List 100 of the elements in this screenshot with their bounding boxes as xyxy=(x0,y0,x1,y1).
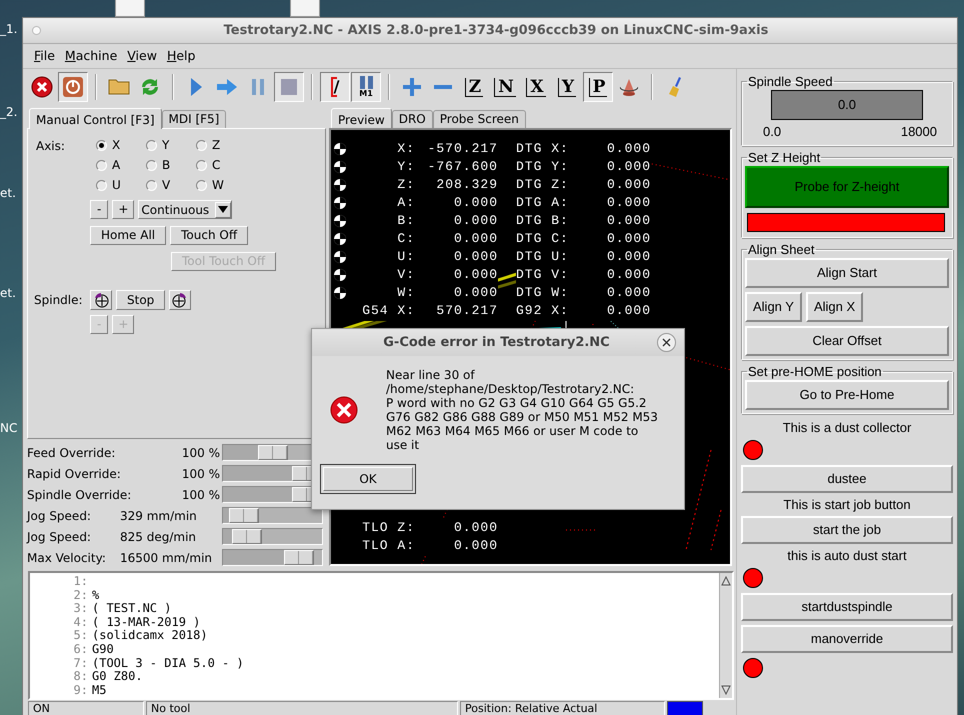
menu-item[interactable]: File xyxy=(29,46,60,66)
radio-label: Y xyxy=(162,137,170,154)
field-label: Jog Speed: xyxy=(27,528,92,546)
panel-button[interactable]: dustee xyxy=(741,464,953,492)
file-icon[interactable] xyxy=(115,0,145,17)
desktop-icon-label[interactable]: et. xyxy=(0,186,16,200)
plus-icon xyxy=(403,78,421,96)
panel-button[interactable]: manoverride xyxy=(741,624,953,652)
slider-thumb[interactable] xyxy=(232,529,262,544)
stop-button[interactable] xyxy=(274,72,304,102)
menu-item[interactable]: Help xyxy=(162,46,200,66)
group-title: Set Z Height xyxy=(747,150,822,164)
field-value: 16500 mm/min xyxy=(120,550,212,566)
jog-plus-button[interactable]: + xyxy=(112,200,134,219)
scrollbar[interactable] xyxy=(719,573,732,698)
radio-button[interactable] xyxy=(196,180,207,191)
bracket-icon xyxy=(330,77,338,97)
arrow-right-icon xyxy=(217,79,237,95)
optional-stop-button[interactable]: M1 xyxy=(351,72,381,102)
radio-button[interactable] xyxy=(96,180,107,191)
align-start-button[interactable]: Align Start xyxy=(745,258,949,288)
panel-button[interactable]: start the job xyxy=(741,516,953,544)
tab[interactable]: DRO xyxy=(392,110,433,128)
slider-thumb[interactable] xyxy=(229,508,259,523)
caption: this is auto dust start xyxy=(786,546,908,564)
line-number: 5: xyxy=(72,629,88,643)
touch-off-button[interactable]: Touch Off xyxy=(170,226,248,245)
menu-item[interactable]: Machine xyxy=(60,46,122,66)
field-value: 329 mm/min xyxy=(120,508,197,524)
line-number: 7: xyxy=(72,656,88,670)
radio-button[interactable] xyxy=(146,160,157,171)
align-y-button[interactable]: Align Y xyxy=(745,292,802,322)
code-line: M5 xyxy=(92,684,108,698)
block-delete-button[interactable]: / xyxy=(320,72,350,102)
close-button[interactable] xyxy=(657,333,676,352)
spindle-reverse-button[interactable] xyxy=(90,290,112,310)
view-button[interactable]: P xyxy=(583,72,613,102)
status-field: No tool xyxy=(146,701,458,715)
caption: This is start job button xyxy=(782,496,912,512)
code-editor[interactable]: 1: 2: % 3: ( TEST.NC ) 4: ( 13-MAR-2019 ) 5: (solidcamx 2018) 6: G90 7: (TOOL 3 - DIA 5.0 - ) 8: G0 Z80. 9: M5 xyxy=(28,571,734,700)
window-title: Testrotary2.NC - AXIS 2.8.0-pre1-3734-g096cccb39 on LinuxCNC-sim-9axis xyxy=(222,22,770,40)
radio-label: X xyxy=(112,137,120,154)
tab[interactable]: Manual Control [F3] xyxy=(29,108,162,129)
tab[interactable]: MDI [F5] xyxy=(162,110,226,128)
radio-button[interactable] xyxy=(96,140,107,151)
field-value: 100 % xyxy=(182,444,220,462)
field-label: Spindle Override: xyxy=(27,486,132,504)
desktop-icon-label[interactable]: _2. xyxy=(0,105,18,119)
clear-offset-button[interactable]: Clear Offset xyxy=(745,326,949,356)
radio-button[interactable] xyxy=(196,160,207,171)
field-value: 825 deg/min xyxy=(120,528,196,546)
slider-track[interactable] xyxy=(222,549,323,566)
square-icon xyxy=(281,79,297,95)
spindle-forward-button[interactable] xyxy=(169,290,192,310)
desktop-icon-label[interactable]: _1. xyxy=(0,22,18,36)
caption: This is a dust collector xyxy=(782,418,912,436)
panel-button[interactable]: startdustspindle xyxy=(741,592,953,620)
radio-label: U xyxy=(112,177,121,194)
tab[interactable]: Probe Screen xyxy=(432,110,526,128)
group-title: Spindle Speed xyxy=(747,74,834,89)
line-number: 4: xyxy=(72,616,88,630)
desktop-icon-label[interactable]: et. xyxy=(0,286,16,300)
pause-icon xyxy=(252,79,264,95)
slider-thumb[interactable] xyxy=(258,445,288,460)
field-label: Axis: xyxy=(36,138,66,155)
radio-button[interactable] xyxy=(146,180,157,191)
line-number: 8: xyxy=(72,670,88,684)
probe-button[interactable]: Probe for Z-height xyxy=(745,166,949,208)
jog-minus-button[interactable]: - xyxy=(90,200,108,219)
spindle-stop-button[interactable]: Stop xyxy=(116,290,166,310)
jog-mode-dropdown[interactable]: Continuous xyxy=(138,200,232,219)
indicator-light xyxy=(743,568,763,588)
pre-home-button[interactable]: Go to Pre-Home xyxy=(745,380,949,410)
tab[interactable]: Preview xyxy=(331,108,392,129)
ok-button[interactable]: OK xyxy=(323,467,413,491)
caret-icon xyxy=(218,206,228,214)
radio-label: V xyxy=(162,177,170,194)
error-icon xyxy=(329,395,359,425)
slider-track[interactable] xyxy=(222,507,323,524)
minus-icon xyxy=(434,85,452,89)
radio-button[interactable] xyxy=(146,140,157,151)
align-x-button[interactable]: Align X xyxy=(806,292,864,322)
power-button[interactable] xyxy=(58,72,88,102)
home-all-button[interactable]: Home All xyxy=(90,226,166,245)
group-title: Align Sheet xyxy=(747,242,816,256)
menu-item[interactable]: View xyxy=(122,46,162,66)
dro-label: DTG W: xyxy=(516,283,576,302)
field-value: 100 % xyxy=(182,466,220,482)
group-title: Set pre-HOME position xyxy=(747,364,883,378)
status-color-swatch xyxy=(667,701,703,715)
radio-button[interactable] xyxy=(96,160,107,171)
radio-button[interactable] xyxy=(196,140,207,151)
code-line: ( 13-MAR-2019 ) xyxy=(92,616,202,630)
slider-thumb[interactable] xyxy=(284,550,314,565)
field-label: Feed Override: xyxy=(27,444,116,462)
desktop-icon-label[interactable]: NC xyxy=(0,421,18,435)
file-icon[interactable] xyxy=(290,0,320,17)
slider-track[interactable] xyxy=(222,528,323,545)
field-label: Spindle: xyxy=(34,292,84,309)
dialog-title: G-Code error in Testrotary2.NC xyxy=(382,334,611,352)
